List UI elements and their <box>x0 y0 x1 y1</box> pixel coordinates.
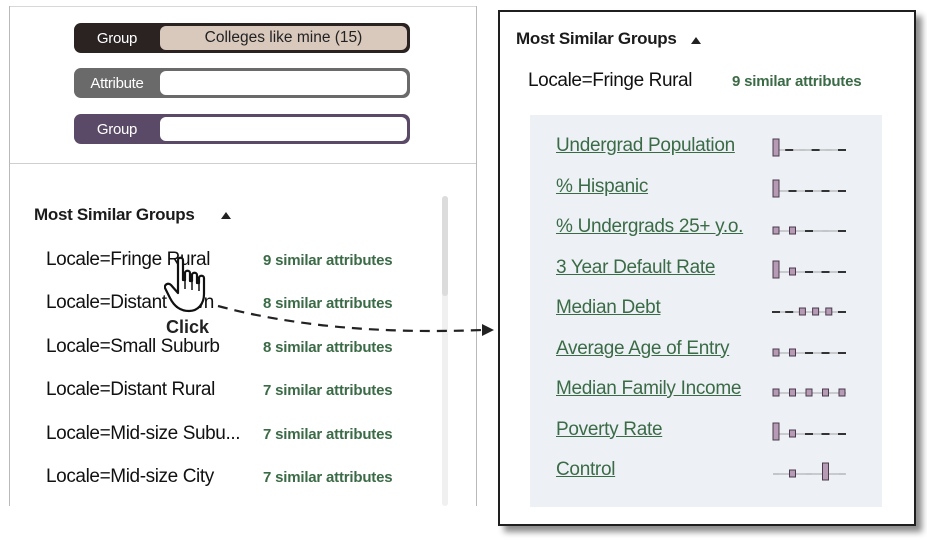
square-mark <box>838 388 846 397</box>
similar-count: 9 similar attributes <box>263 252 393 269</box>
distribution-sparkline <box>772 226 846 235</box>
distribution-sparkline <box>772 348 846 356</box>
bar-mark <box>822 462 829 481</box>
group-filter-value[interactable]: Colleges like mine (15) <box>160 26 407 50</box>
distribution-sparkline <box>772 307 846 316</box>
selected-group-name: Locale=Fringe Rural <box>528 70 693 91</box>
group-name: Locale=Small Suburb <box>46 336 220 357</box>
group-name: Locale=Mid-size City <box>46 466 214 487</box>
attribute-link[interactable]: Median Family Income <box>556 378 741 400</box>
square-mark <box>822 388 829 397</box>
group-filter-row[interactable]: Group Colleges like mine (15) <box>74 23 410 53</box>
attribute-row: % Undergrads 25+ y.o. <box>556 216 856 240</box>
similar-count: 8 similar attributes <box>263 295 393 312</box>
distribution-sparkline <box>772 260 846 278</box>
group-list-item[interactable]: Locale=Mid-size Subu... 7 similar attribu… <box>46 423 426 447</box>
square-mark <box>805 388 813 397</box>
collapse-caret-icon[interactable] <box>691 37 701 44</box>
attribute-link[interactable]: 3 Year Default Rate <box>556 257 715 279</box>
square-mark <box>772 388 780 397</box>
attribute-filter-input[interactable] <box>160 71 407 95</box>
attribute-link[interactable]: Average Age of Entry <box>556 338 730 360</box>
bar-mark <box>772 422 780 440</box>
bar-mark <box>772 138 780 157</box>
square-mark <box>825 307 833 316</box>
attribute-link[interactable]: Control <box>556 459 615 481</box>
distribution-sparkline <box>772 138 846 157</box>
distribution-sparkline <box>772 388 846 397</box>
attribute-row: Median Family Income <box>556 378 856 402</box>
attribute-link[interactable]: Undergrad Population <box>556 135 735 157</box>
collapse-caret-icon[interactable] <box>221 212 231 219</box>
group-name: Locale=Mid-size Subu... <box>46 423 241 444</box>
section-heading: Most Similar Groups <box>34 205 195 224</box>
bar-mark <box>772 260 780 278</box>
square-mark <box>789 267 796 275</box>
square-mark <box>812 307 820 316</box>
square-mark <box>789 469 796 478</box>
divider <box>10 163 476 164</box>
distribution-sparkline <box>773 462 846 481</box>
attribute-row: % Hispanic <box>556 176 856 200</box>
attribute-row: 3 Year Default Rate <box>556 257 856 281</box>
square-mark <box>772 226 780 235</box>
attribute-link[interactable]: % Hispanic <box>556 176 648 198</box>
distribution-sparkline <box>772 422 846 440</box>
attribute-link[interactable]: % Undergrads 25+ y.o. <box>556 216 743 238</box>
click-annotation: Click <box>166 317 210 337</box>
filter-tag: Group <box>96 29 138 47</box>
section-heading: Most Similar Groups <box>516 29 677 48</box>
group-list-item[interactable]: Locale=Small Suburb 8 similar attributes <box>46 336 426 360</box>
square-mark <box>789 226 796 235</box>
attribute-row: Control <box>556 459 856 483</box>
scrollbar-thumb[interactable] <box>442 196 448 296</box>
selected-group-count: 9 similar attributes <box>732 73 862 90</box>
group-name: Locale=Distant Rural <box>46 379 215 400</box>
similar-count: 7 similar attributes <box>263 469 393 486</box>
similar-count: 7 similar attributes <box>263 426 393 443</box>
similar-count: 8 similar attributes <box>263 339 393 356</box>
attribute-filter-row[interactable]: Attribute <box>74 68 410 98</box>
similar-count: 7 similar attributes <box>263 382 393 399</box>
square-mark <box>789 429 796 437</box>
group-list-item[interactable]: Locale=Distant Town 8 similar attributes <box>46 292 426 316</box>
attribute-link[interactable]: Median Debt <box>556 297 661 319</box>
attribute-row: Poverty Rate <box>556 419 856 443</box>
square-mark <box>789 348 796 356</box>
attribute-row: Average Age of Entry <box>556 338 856 362</box>
second-group-filter-row[interactable]: Group <box>74 114 410 144</box>
groups-panel: Group Colleges like mine (15) Attribute … <box>9 6 477 506</box>
square-mark <box>789 388 796 397</box>
group-list-item[interactable]: Locale=Fringe Rural 9 similar attributes <box>46 249 426 273</box>
scrollbar[interactable] <box>442 196 448 506</box>
attribute-row: Median Debt <box>556 297 856 321</box>
hand-cursor-icon <box>164 256 206 313</box>
group-detail-panel: Most Similar Groups Locale=Fringe Rural … <box>498 10 916 526</box>
attribute-link[interactable]: Poverty Rate <box>556 419 663 441</box>
group-list-item[interactable]: Locale=Mid-size City 7 similar attributes <box>46 466 426 490</box>
attribute-row: Undergrad Population <box>556 135 856 159</box>
distribution-sparkline <box>772 179 846 197</box>
filter-tag: Group <box>96 120 138 138</box>
attribute-list: Undergrad Population % Hispanic % Undergra… <box>530 115 882 507</box>
filter-tag: Attribute <box>90 74 144 92</box>
square-mark <box>772 348 780 356</box>
square-mark <box>798 307 806 316</box>
bar-mark <box>772 179 780 197</box>
group-list-item[interactable]: Locale=Distant Rural 7 similar attributes <box>46 379 426 403</box>
second-group-filter-input[interactable] <box>160 117 407 141</box>
